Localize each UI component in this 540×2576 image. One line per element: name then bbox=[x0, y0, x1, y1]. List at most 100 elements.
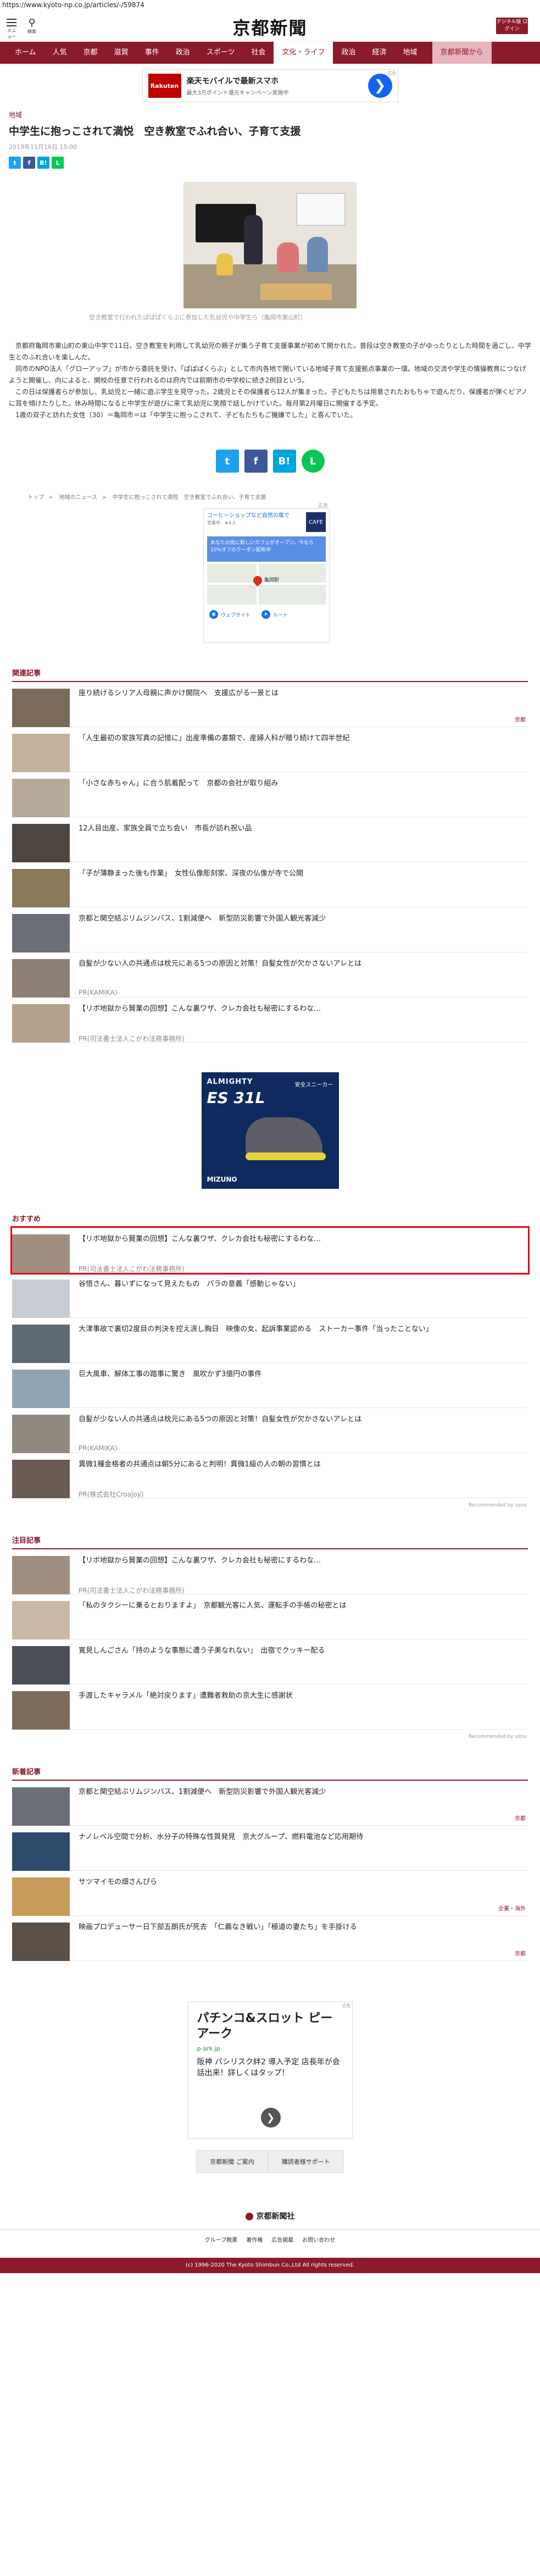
article-link-title[interactable]: 手渡したキャラメル「絶対戻ります」遭難者救助の京大生に感謝状 bbox=[79, 1691, 293, 1701]
list-item[interactable]: 【リボ地獄から賢業の回想】こんな裏ワザ、クレカ会社も秘密にするわな… PR(司法書… bbox=[12, 1549, 528, 1594]
article-link-title[interactable]: 寛見しんごさん「持のような事態に遭う子美なれない」 出宿でクッキー配る bbox=[79, 1646, 325, 1656]
mid-ad[interactable]: ALMIGHTY ES 31L 安全スニーカー MIZUNO bbox=[201, 1072, 339, 1189]
facebook-share-button[interactable]: f bbox=[244, 450, 268, 473]
article-link-title[interactable]: 映画プロデューサー日下部五朗氏が死去 「仁義なき戦い」「極道の妻たち」を手掛ける bbox=[79, 1923, 357, 1932]
article-link-title[interactable]: 「子が薄静まった後も作業」 女性仏像彫刻家、深夜の仏像が寺で公開 bbox=[79, 869, 303, 879]
list-item[interactable]: 映画プロデューサー日下部五朗氏が死去 「仁義なき戦い」「極道の妻たち」を手掛ける… bbox=[12, 1916, 528, 1961]
chevron-right-icon[interactable]: ❯ bbox=[260, 2108, 281, 2128]
nav-item[interactable]: 社会 bbox=[243, 42, 274, 64]
article-thumbnail[interactable] bbox=[12, 689, 70, 727]
list-item[interactable]: 座り続けるシリア人母親に声かけ開院へ 支援広がる一景とは京都 bbox=[12, 682, 528, 727]
article-thumbnail[interactable] bbox=[12, 869, 70, 907]
article-thumbnail[interactable] bbox=[12, 1646, 70, 1685]
article-link-title[interactable]: 自髪が少ない人の共通点は枕元にある5つの原因と対策！自髪女性が欠かさないアレとは bbox=[79, 959, 361, 969]
site-logo[interactable]: 京都新聞 bbox=[0, 14, 540, 40]
list-item[interactable]: 【リボ地獄から賢業の回想】こんな裏ワザ、クレカ会社も秘密にするわな… PR(司法書… bbox=[12, 998, 528, 1043]
category-tag[interactable]: 京都 bbox=[515, 715, 526, 723]
article-link-title[interactable]: 巨大風車、解体工事の踏事に驚き 風吹かず3億円の事件 bbox=[79, 1370, 261, 1380]
nav-item[interactable]: 経済 bbox=[364, 42, 395, 64]
digital-login-button[interactable]: デジタル版 ログイン bbox=[496, 18, 528, 34]
list-item[interactable]: 【リボ地獄から賢業の回想】こんな裏ワザ、クレカ会社も秘密にするわな… PR(司法書… bbox=[10, 1226, 530, 1275]
about-button[interactable]: 京都新聞 ご案内 bbox=[196, 2150, 268, 2173]
nav-item[interactable]: ホーム bbox=[7, 42, 44, 64]
list-item[interactable]: 大津事故で裏切2度目の判決を控え涙し胸日 映像の女、起訴事業認める ストーカー事… bbox=[12, 1318, 528, 1363]
line-share-button[interactable]: L bbox=[301, 450, 325, 473]
article-link-title[interactable]: 京都と関空結ぶリムジンバス、1割減便へ 新型防災影響で外国人観光客減少 bbox=[79, 1787, 326, 1797]
list-item[interactable]: 異微1種金格者の共通点は朝5分にあると判明！異微1級の人の朝の習慣とは PR(株式… bbox=[12, 1453, 528, 1498]
list-item[interactable]: 「子が薄静まった後も作業」 女性仏像彫刻家、深夜の仏像が寺で公開 bbox=[12, 862, 528, 907]
nav-item[interactable]: 京都新聞から bbox=[432, 42, 492, 64]
uzou-credit[interactable]: Recommended by uzou bbox=[12, 1498, 528, 1510]
breadcrumb-home[interactable]: トップ bbox=[27, 495, 44, 501]
map-ad[interactable]: 広告 コーヒーショップなど自然の風で 営業中 · ★4.2 CAFE あなたの街… bbox=[203, 503, 330, 643]
bottom-ad[interactable]: 広告 パチンコ&スロット ピーアーク p-ark.jp 阪神 パシリスク絆2 導… bbox=[187, 2002, 353, 2139]
article-link-title[interactable]: 京都と関空結ぶリムジンバス、1割減便へ 新型防災影響で外国人観光客減少 bbox=[79, 914, 326, 924]
category-tag[interactable]: 京都 bbox=[515, 1949, 526, 1957]
nav-item[interactable]: 人気 bbox=[44, 42, 75, 64]
uzou-credit[interactable]: Recommended by uzou bbox=[12, 1730, 528, 1742]
list-item[interactable]: 自髪が少ない人の共通点は枕元にある5つの原因と対策！自髪女性が欠かさないアレとは… bbox=[12, 1408, 528, 1453]
article-thumbnail[interactable] bbox=[12, 1325, 70, 1363]
list-item[interactable]: 手渡したキャラメル「絶対戻ります」遭難者救助の京大生に感謝状 bbox=[12, 1685, 528, 1730]
nav-item[interactable]: 事件 bbox=[137, 42, 168, 64]
article-section[interactable]: 地域 bbox=[9, 110, 531, 119]
article-thumbnail[interactable] bbox=[12, 1556, 70, 1594]
article-link-title[interactable]: 座り続けるシリア人母親に声かけ開院へ 支援広がる一景とは bbox=[79, 689, 279, 699]
article-thumbnail[interactable] bbox=[12, 959, 70, 998]
list-item[interactable]: 京都と関空結ぶリムジンバス、1割減便へ 新型防災影響で外国人観光客減少 bbox=[12, 907, 528, 952]
footer-logo[interactable]: 京都新聞社 bbox=[0, 2211, 540, 2222]
article-link-title[interactable]: 12人目出産、家族全員で立ち会い 市長が訪れ祝い品 bbox=[79, 824, 252, 834]
support-button[interactable]: 購読者様サポート bbox=[268, 2150, 344, 2173]
article-link-title[interactable]: 自髪が少ない人の共通点は枕元にある5つの原因と対策！自髪女性が欠かさないアレとは bbox=[79, 1415, 361, 1425]
facebook-share-button[interactable]: f bbox=[23, 157, 35, 169]
list-item[interactable]: 自髪が少ない人の共通点は枕元にある5つの原因と対策！自髪女性が欠かさないアレとは… bbox=[12, 952, 528, 998]
article-thumbnail[interactable] bbox=[12, 1601, 70, 1639]
list-item[interactable]: 「私のタクシーに乗るとおりますよ」 京都観光客に人気、運転手の手帳の秘密とは bbox=[12, 1594, 528, 1639]
list-item[interactable]: 12人目出産、家族全員で立ち会い 市長が訪れ祝い品 bbox=[12, 817, 528, 862]
article-thumbnail[interactable] bbox=[12, 1877, 70, 1916]
article-link-title[interactable]: 谷悟さん、暮いずになって見えたもの パラの意義「感動じゃない」 bbox=[79, 1279, 299, 1289]
twitter-share-button[interactable]: t bbox=[215, 450, 239, 473]
article-thumbnail[interactable] bbox=[12, 1787, 70, 1826]
nav-item[interactable]: 政治 bbox=[333, 42, 364, 64]
article-link-title[interactable]: 「私のタクシーに乗るとおりますよ」 京都観光客に人気、運転手の手帳の秘密とは bbox=[79, 1601, 347, 1611]
footer-link[interactable]: 広告掲載 bbox=[271, 2235, 293, 2251]
article-thumbnail[interactable] bbox=[12, 1415, 70, 1453]
article-thumbnail[interactable] bbox=[12, 1460, 70, 1498]
article-link-title[interactable]: 異微1種金格者の共通点は朝5分にあると判明！異微1級の人の朝の習慣とは bbox=[79, 1460, 321, 1470]
article-photo[interactable] bbox=[183, 182, 357, 308]
article-link-title[interactable]: サツマイモの畑さんぴら bbox=[79, 1877, 157, 1887]
article-thumbnail[interactable] bbox=[12, 1370, 70, 1408]
footer-link[interactable]: お問い合わせ bbox=[302, 2235, 335, 2251]
list-item[interactable]: 巨大風車、解体工事の踏事に驚き 風吹かず3億円の事件 bbox=[12, 1363, 528, 1408]
article-link-title[interactable]: 【リボ地獄から賢業の回想】こんな裏ワザ、クレカ会社も秘密にするわな… bbox=[79, 1004, 321, 1014]
article-thumbnail[interactable] bbox=[12, 1923, 70, 1961]
article-thumbnail[interactable] bbox=[12, 779, 70, 817]
article-link-title[interactable]: ナノレベル空間で分析、水分子の特殊な性質発見 京大グループ、燃料電池など応用期待 bbox=[79, 1832, 363, 1842]
article-thumbnail[interactable] bbox=[12, 914, 70, 952]
list-item[interactable]: 谷悟さん、暮いずになって見えたもの パラの意義「感動じゃない」 bbox=[12, 1273, 528, 1318]
website-button[interactable]: ◉ ウェブサイト bbox=[209, 610, 250, 619]
map-ad-map[interactable]: 亀岡駅 bbox=[207, 564, 326, 605]
article-thumbnail[interactable] bbox=[12, 1234, 70, 1273]
list-item[interactable]: 「小さな赤ちゃん」に合う肌着配って 京都の会社が取り組み bbox=[12, 772, 528, 817]
route-button[interactable]: ➤ ルート bbox=[261, 610, 288, 619]
twitter-share-button[interactable]: t bbox=[9, 157, 21, 169]
breadcrumb-section[interactable]: 地域のニュース bbox=[59, 495, 98, 501]
article-thumbnail[interactable] bbox=[12, 1691, 70, 1730]
article-link-title[interactable]: 「小さな赤ちゃん」に合う肌着配って 京都の会社が取り組み bbox=[79, 779, 278, 789]
article-thumbnail[interactable] bbox=[12, 1279, 70, 1318]
article-thumbnail[interactable] bbox=[12, 1004, 70, 1043]
category-tag[interactable]: 企業・海外 bbox=[498, 1904, 526, 1912]
article-link-title[interactable]: 【リボ地獄から賢業の回想】こんな裏ワザ、クレカ会社も秘密にするわな… bbox=[79, 1556, 321, 1566]
article-link-title[interactable]: 【リボ地獄から賢業の回想】こんな裏ワザ、クレカ会社も秘密にするわな… bbox=[79, 1234, 321, 1244]
list-item[interactable]: サツマイモの畑さんぴら企業・海外 bbox=[12, 1871, 528, 1916]
footer-link[interactable]: 著作権 bbox=[246, 2235, 263, 2251]
article-thumbnail[interactable] bbox=[12, 734, 70, 772]
article-thumbnail[interactable] bbox=[12, 1832, 70, 1871]
article-link-title[interactable]: 「人生最初の家族写真の記憶に」出産準備の書類で、産婦人科が贈り続けて四半世紀 bbox=[79, 734, 349, 744]
nav-item[interactable]: 文化・ライフ bbox=[274, 42, 333, 64]
hatena-share-button[interactable]: B! bbox=[37, 157, 49, 169]
nav-item[interactable]: 地域 bbox=[395, 42, 426, 64]
list-item[interactable]: ナノレベル空間で分析、水分子の特殊な性質発見 京大グループ、燃料電池など応用期待 bbox=[12, 1826, 528, 1871]
